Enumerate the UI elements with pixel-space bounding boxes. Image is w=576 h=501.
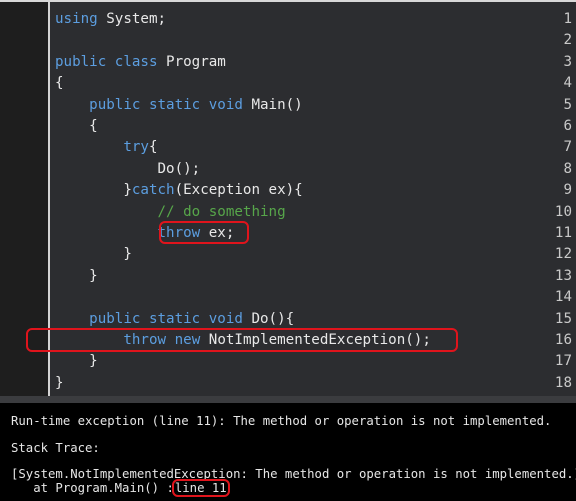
code-editor[interactable]: 1 using System; 2 3 public class Program 4{5 … <box>0 0 576 396</box>
code-token: { <box>55 75 64 92</box>
stack-trace-label: Stack Trace: <box>11 441 100 455</box>
code-token: } <box>55 374 64 391</box>
code-token: Do(){ <box>242 310 295 327</box>
line-number: 2 <box>563 32 572 49</box>
highlight-throw-ex <box>159 221 249 244</box>
code-token: (Exception ex){ <box>174 182 303 199</box>
line-number: 4 <box>563 75 572 92</box>
line-number: 16 <box>554 332 572 348</box>
code-token: Main() <box>242 96 303 113</box>
code-line[interactable]: 12 } <box>0 244 576 265</box>
code-line[interactable]: 2 <box>0 30 576 51</box>
code-line[interactable]: 15 public static void Do(){ <box>0 309 576 330</box>
code-token: System; <box>97 11 167 27</box>
line-number: 13 <box>554 267 572 284</box>
code-line[interactable]: 17 } <box>0 351 576 372</box>
code-token: } <box>55 246 132 263</box>
stack-frame: at Program.Main() :line 11 <box>11 479 230 497</box>
line-number: 14 <box>554 289 572 306</box>
code-text: { <box>55 73 64 94</box>
code-line[interactable]: 18} <box>0 373 576 394</box>
code-line[interactable]: 7 try{ <box>0 137 576 158</box>
keyword-token: void <box>208 96 243 113</box>
stack-frame-line: line 11 <box>171 479 230 497</box>
code-line[interactable]: 11 throw ex; <box>0 223 576 244</box>
error-message: Run-time exception (line 11): The method… <box>11 414 552 428</box>
output-console: Run-time exception (line 11): The method… <box>0 403 576 501</box>
code-token: } <box>55 353 98 370</box>
code-text: using System; <box>55 9 166 30</box>
comment-token: // do something <box>157 203 286 220</box>
line-number: 9 <box>563 182 572 199</box>
code-text: // do something <box>55 202 286 223</box>
code-token: Program <box>157 53 226 70</box>
code-line[interactable]: 1 using System; <box>0 9 576 30</box>
code-line[interactable]: 13 } <box>0 266 576 287</box>
keyword-token: public <box>55 53 107 70</box>
code-line[interactable]: 8 Do(); <box>0 159 576 180</box>
code-token: { <box>55 118 98 134</box>
code-text: Do(); <box>55 159 200 180</box>
code-text: }catch(Exception ex){ <box>55 180 303 201</box>
code-text: } <box>55 351 98 372</box>
code-line[interactable]: 4{ <box>0 73 576 94</box>
code-line[interactable]: 10 // do something <box>0 202 576 223</box>
keyword-token: void <box>208 310 243 327</box>
line-number: 18 <box>554 374 572 391</box>
code-line[interactable]: 3 public class Program <box>0 52 576 73</box>
code-text: public static void Do(){ <box>55 309 294 330</box>
code-text: } <box>55 266 98 287</box>
exception-line: [System.NotImplementedException: The met… <box>11 467 576 481</box>
code-line[interactable]: 5 public static void Main() <box>0 95 576 116</box>
code-text: } <box>55 244 132 265</box>
line-number: 3 <box>563 53 572 70</box>
code-line[interactable]: 9 }catch(Exception ex){ <box>0 180 576 201</box>
line-number: 15 <box>554 310 572 327</box>
code-text: public static void Main() <box>55 95 303 116</box>
code-line[interactable]: 14 <box>0 287 576 308</box>
panel-divider[interactable] <box>0 396 576 403</box>
keyword-token: using <box>55 11 98 27</box>
stack-frame-text: at Program.Main() : <box>11 481 174 495</box>
line-number: 7 <box>563 139 572 156</box>
keyword-token: static <box>148 96 201 113</box>
code-line[interactable]: 6 { <box>0 116 576 137</box>
keyword-token: static <box>148 310 201 327</box>
code-text: public class Program <box>55 52 226 73</box>
line-number: 6 <box>563 118 572 134</box>
code-text: } <box>55 373 64 394</box>
line-number: 11 <box>554 225 572 241</box>
keyword-token: public <box>89 96 141 113</box>
highlight-line-16 <box>26 328 458 352</box>
line-number: 12 <box>554 246 572 263</box>
line-number: 10 <box>554 203 572 220</box>
line-number: 1 <box>563 11 572 27</box>
line-number: 8 <box>563 160 572 177</box>
keyword-token: public <box>89 310 141 327</box>
code-token: } <box>55 267 98 284</box>
keyword-token: class <box>114 53 158 70</box>
code-token: Do(); <box>55 160 201 177</box>
line-number: 17 <box>554 353 572 370</box>
keyword-token: catch <box>131 182 175 199</box>
keyword-token: try <box>123 139 149 156</box>
code-text: try{ <box>55 137 158 158</box>
line-number: 5 <box>563 96 572 113</box>
code-token: { <box>148 139 158 156</box>
code-text: { <box>55 116 98 137</box>
code-token: } <box>55 182 132 199</box>
